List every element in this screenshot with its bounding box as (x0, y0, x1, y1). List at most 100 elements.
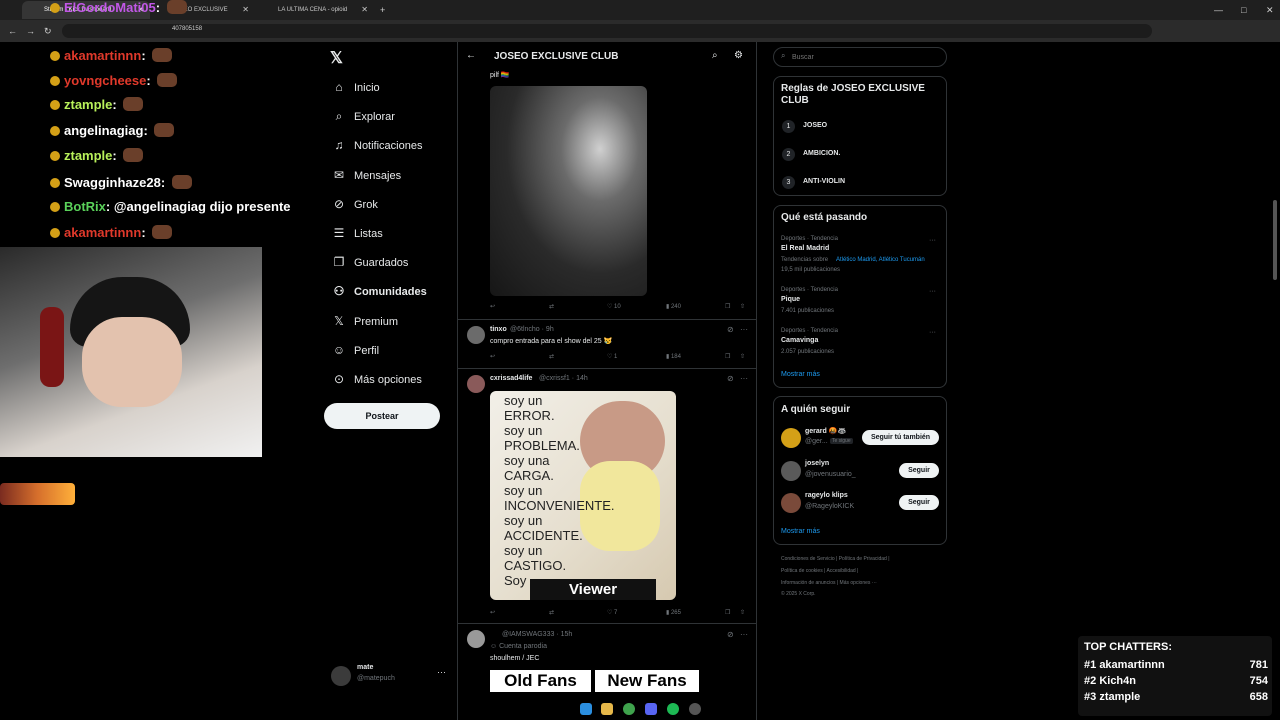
url-input[interactable]: 407805158 (62, 24, 1152, 38)
sidebar-item-guardados[interactable]: ❐ Guardados (330, 251, 409, 273)
search-icon[interactable]: ⌕ (712, 50, 718, 61)
repost-button[interactable]: ⇄ (549, 352, 554, 362)
back-icon[interactable]: ← (8, 24, 17, 38)
more-dots-icon[interactable]: ··· (929, 237, 936, 244)
tweet-author-name[interactable]: tinxo (490, 326, 507, 333)
discord-icon[interactable] (645, 703, 657, 715)
follow-suggestion-name[interactable]: rageylo klips (805, 492, 848, 499)
follow-show-more-link[interactable]: Mostrar más (781, 528, 820, 535)
views-button[interactable]: ▮ 265 (666, 608, 681, 618)
chat-message: yovngcheese: (50, 73, 178, 89)
tweet-photo[interactable]: soy un ERROR. soy un PROBLEMA. soy una CARGA.… (490, 391, 676, 600)
follow-button[interactable]: Seguir (899, 463, 939, 478)
sidebar-item-comunidades[interactable]: ⚇ Comunidades (330, 280, 427, 302)
reload-icon[interactable]: ↻ (44, 24, 52, 38)
sidebar-item-explorar[interactable]: ⌕ Explorar (330, 105, 395, 127)
close-window-icon[interactable]: ✕ (1266, 3, 1274, 17)
obs-icon[interactable] (689, 703, 701, 715)
tweet-photo[interactable] (490, 86, 647, 296)
avatar[interactable] (467, 630, 485, 648)
page-scrollbar[interactable] (1273, 200, 1277, 280)
like-button[interactable]: ♡ 10 (607, 302, 621, 312)
repost-button[interactable]: ⇄ (549, 608, 554, 618)
file-explorer-icon[interactable] (601, 703, 613, 715)
avatar[interactable] (467, 375, 485, 393)
maximize-icon[interactable]: □ (1241, 3, 1246, 17)
bookmark-button[interactable]: ❐ (725, 352, 730, 362)
meme-line: CASTIGO. (504, 558, 567, 573)
forward-icon[interactable]: → (26, 24, 35, 38)
more-dots-icon[interactable]: ··· (740, 630, 748, 639)
account-switcher[interactable]: mate @matepuch ··· (331, 664, 451, 692)
avatar[interactable] (781, 428, 801, 448)
follow-suggestion-handle: @jovenusuario_ (805, 471, 856, 478)
sidebar-item-label: Grok (354, 198, 378, 211)
avatar[interactable] (781, 461, 801, 481)
footer-links[interactable]: Condiciones de Servicio | Política de Pr… (781, 556, 890, 562)
tab-ultima-cena[interactable]: LA ULTIMA CENA - opioid ✕ (256, 1, 374, 19)
grok-icon[interactable]: ⊘ (727, 374, 734, 383)
follow-suggestion-name[interactable]: gerard 🤬🦝 (805, 427, 846, 435)
stat-count: 184 (670, 354, 681, 360)
tweet-author-name[interactable]: cxrissad4life (490, 375, 532, 382)
back-arrow-icon[interactable]: ← (466, 50, 476, 61)
search-icon: ⌕ (781, 51, 786, 60)
trend-context-links[interactable]: Atlético Madrid, Atlético Tucumán (836, 257, 925, 263)
spotify-icon[interactable] (667, 703, 679, 715)
search-input[interactable] (790, 50, 944, 65)
reply-button[interactable]: ↩ (490, 608, 495, 618)
repost-button[interactable]: ⇄ (549, 302, 554, 312)
grok-icon[interactable]: ⊘ (727, 325, 734, 334)
share-button[interactable]: ⇧ (740, 352, 745, 362)
gear-icon[interactable]: ⚙ (734, 50, 743, 61)
sidebar-item-grok[interactable]: ⊘ Grok (330, 193, 378, 215)
like-icon: ♡ (607, 304, 615, 310)
share-button[interactable]: ⇧ (740, 608, 745, 618)
post-button[interactable]: Postear (324, 403, 440, 429)
trend-name[interactable]: Camavinga (781, 337, 818, 344)
chrome-icon[interactable] (623, 703, 635, 715)
follow-button[interactable]: Seguir tú también (862, 430, 939, 445)
new-tab-icon[interactable]: + (380, 3, 385, 17)
sidebar-item-mensajes[interactable]: ✉ Mensajes (330, 164, 401, 186)
footer-links[interactable]: Política de cookies | Accesibilidad | (781, 568, 858, 574)
trend-name[interactable]: El Real Madrid (781, 245, 829, 252)
share-button[interactable]: ⇧ (740, 302, 745, 312)
follow-button[interactable]: Seguir (899, 495, 939, 510)
like-icon: ♡ (607, 610, 615, 616)
sidebar-item-inicio[interactable]: ⌂ Inicio (330, 76, 379, 98)
more-dots-icon[interactable]: ··· (929, 288, 936, 295)
follows-you-badge: Te sigue (830, 438, 853, 444)
sidebar-item-notificaciones[interactable]: ♫ Notificaciones (330, 134, 423, 156)
sidebar-item-más-opciones[interactable]: ⊙ Más opciones (330, 368, 422, 390)
close-tab-icon[interactable]: ✕ (242, 1, 249, 19)
grok-icon[interactable]: ⊘ (727, 630, 734, 639)
follow-suggestion-name[interactable]: joselyn (805, 460, 829, 467)
sidebar-item-listas[interactable]: ☰ Listas (330, 222, 383, 244)
reply-button[interactable]: ↩ (490, 302, 495, 312)
close-tab-icon[interactable]: ✕ (361, 1, 368, 19)
avatar[interactable] (781, 493, 801, 513)
parody-label: ☺ Cuenta parodia (490, 643, 547, 650)
avatar[interactable] (467, 326, 485, 344)
trends-show-more-link[interactable]: Mostrar más (781, 371, 820, 378)
reply-button[interactable]: ↩ (490, 352, 495, 362)
bookmark-button[interactable]: ❐ (725, 608, 730, 618)
trend-name[interactable]: Pique (781, 296, 800, 303)
more-dots-icon[interactable]: ··· (740, 374, 748, 383)
views-button[interactable]: ▮ 240 (666, 302, 681, 312)
windows-start-icon[interactable] (580, 703, 592, 715)
sidebar-item-perfil[interactable]: ☺ Perfil (330, 339, 379, 361)
x-logo-icon[interactable]: 𝕏 (330, 48, 343, 68)
minimize-icon[interactable]: — (1214, 3, 1223, 17)
like-button[interactable]: ♡ 7 (607, 608, 617, 618)
sidebar-item-label: Comunidades (354, 286, 427, 299)
like-button[interactable]: ♡ 1 (607, 352, 617, 362)
search-box[interactable]: ⌕ (773, 47, 947, 67)
footer-links[interactable]: Información de anuncios | Más opciones ·… (781, 580, 877, 586)
views-button[interactable]: ▮ 184 (666, 352, 681, 362)
bookmark-button[interactable]: ❐ (725, 302, 730, 312)
more-dots-icon[interactable]: ··· (740, 325, 748, 334)
sidebar-item-premium[interactable]: 𝕏 Premium (330, 310, 398, 332)
more-dots-icon[interactable]: ··· (929, 329, 936, 336)
